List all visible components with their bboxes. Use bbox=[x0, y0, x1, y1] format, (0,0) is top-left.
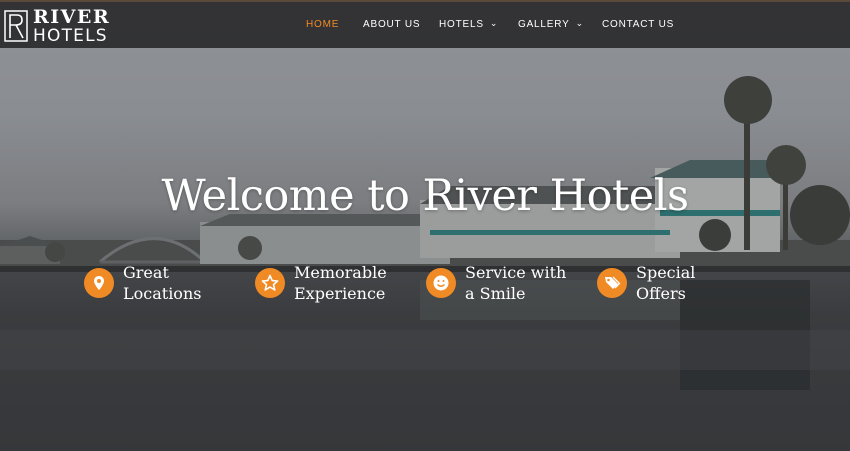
hero-title: Welcome to River Hotels bbox=[161, 171, 689, 221]
logo-line-2: HOTELS bbox=[33, 25, 108, 46]
nav-hotels[interactable]: HOTELS ⌄ bbox=[439, 18, 499, 30]
nav-gallery-label: GALLERY bbox=[518, 19, 570, 30]
site-logo[interactable]: RIVER HOTELS bbox=[4, 5, 111, 46]
logo-line-1: RIVER bbox=[33, 5, 111, 28]
feature-line-1: Service with bbox=[465, 263, 567, 282]
nav-hotels-label: HOTELS bbox=[439, 19, 484, 30]
feature-line-2: Experience bbox=[294, 284, 386, 303]
feature-line-1: Memorable bbox=[294, 263, 387, 282]
hero-section bbox=[0, 0, 850, 451]
hero-background-image bbox=[0, 76, 850, 451]
smile-icon bbox=[426, 268, 456, 298]
feature-line-2: Locations bbox=[123, 284, 202, 303]
nav-home[interactable]: HOME bbox=[306, 19, 339, 30]
feature-line-1: Special bbox=[636, 263, 696, 282]
feature-service-with-smile: Service with a Smile bbox=[426, 262, 585, 304]
top-navbar: RIVER HOTELS HOME ABOUT US HOTELS ⌄ GALLE… bbox=[0, 0, 850, 48]
star-icon bbox=[255, 268, 285, 298]
tags-icon bbox=[597, 268, 627, 298]
chevron-down-icon: ⌄ bbox=[575, 18, 584, 28]
map-pin-icon bbox=[84, 268, 114, 298]
nav-about-us[interactable]: ABOUT US bbox=[363, 19, 420, 30]
nav-gallery[interactable]: GALLERY ⌄ bbox=[518, 18, 584, 30]
feature-special-offers: Special Offers bbox=[597, 262, 756, 304]
feature-great-locations: Great Locations bbox=[84, 262, 243, 304]
feature-memorable-experience: Memorable Experience bbox=[255, 262, 414, 304]
feature-line-1: Great bbox=[123, 263, 169, 282]
feature-line-2: a Smile bbox=[465, 284, 526, 303]
river-hotels-logo-mark-icon bbox=[4, 10, 28, 42]
nav-contact-us[interactable]: CONTACT US bbox=[602, 19, 674, 30]
feature-line-2: Offers bbox=[636, 284, 686, 303]
chevron-down-icon: ⌄ bbox=[489, 18, 499, 28]
